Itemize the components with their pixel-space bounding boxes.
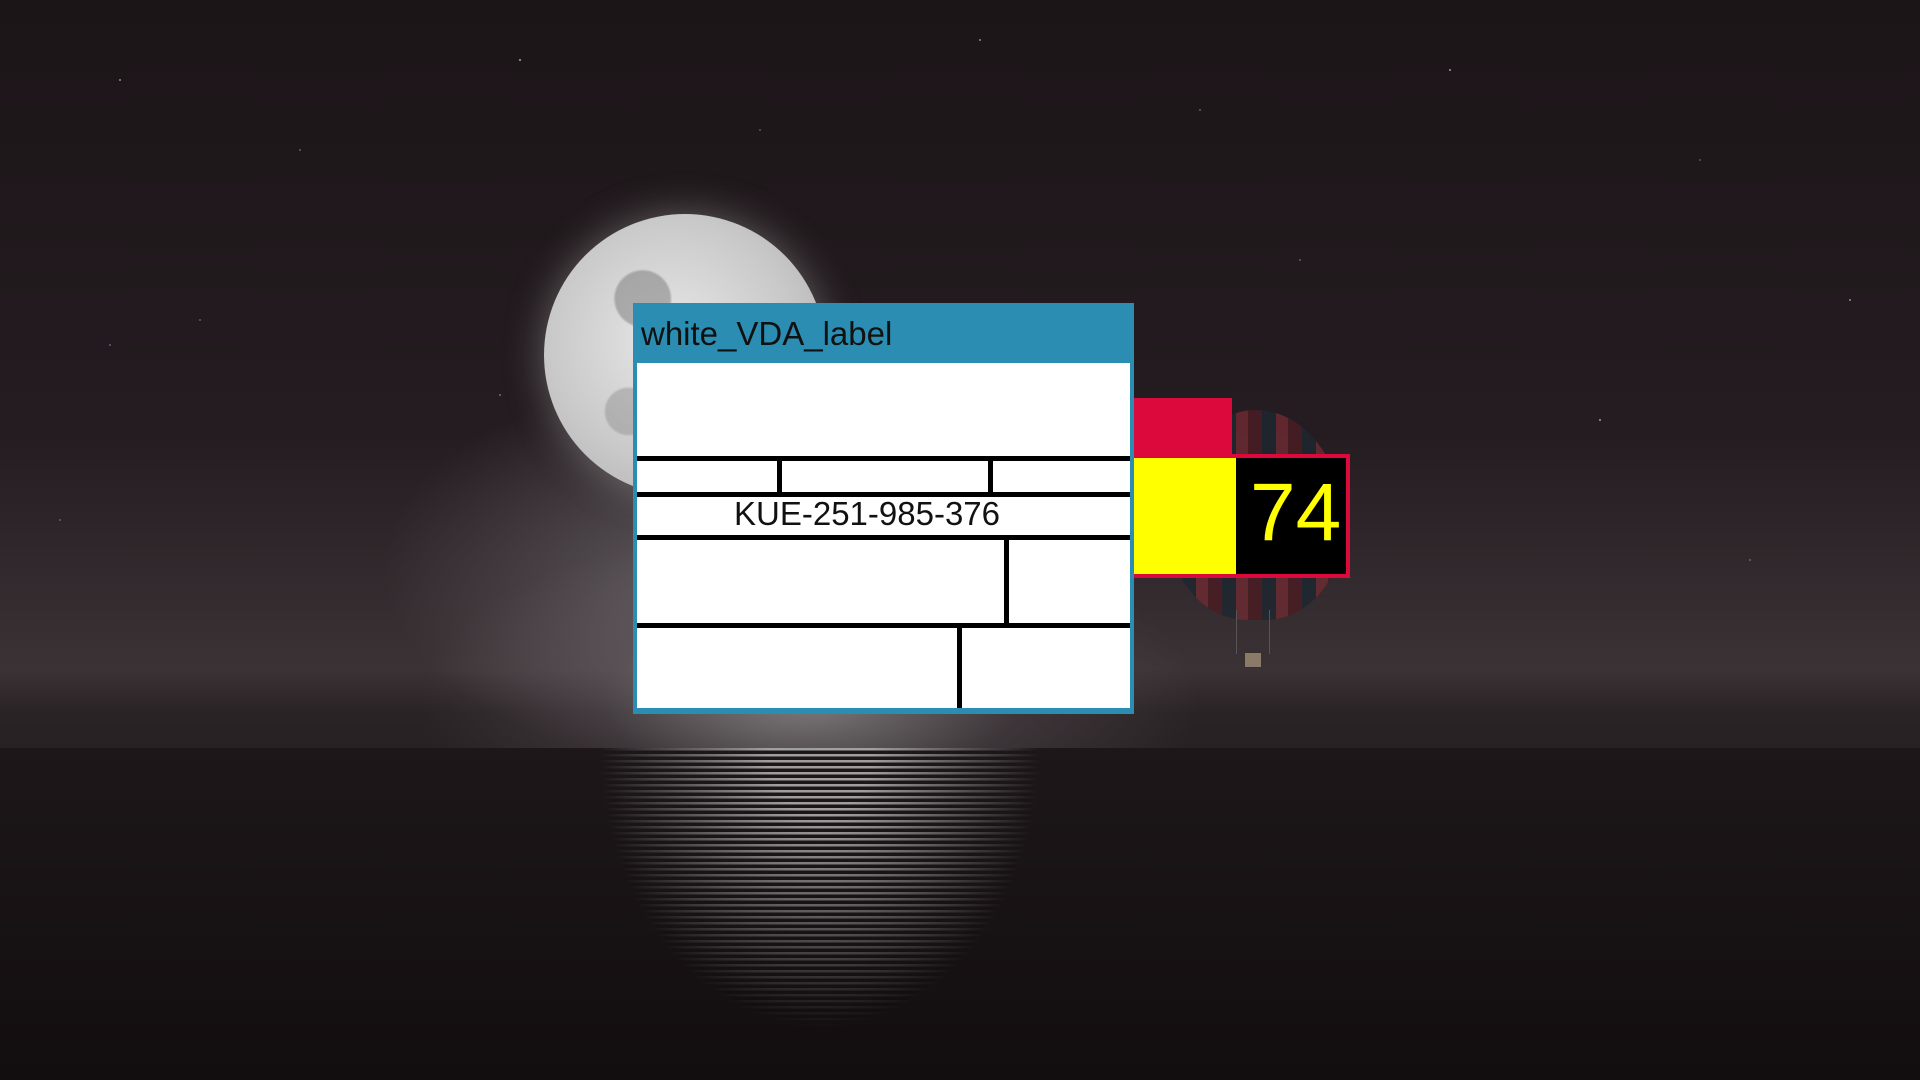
score-widget-body[interactable]: s 74 [1108,454,1350,578]
window-titlebar[interactable]: white_VDA_label [633,303,1134,363]
label-grid-line [777,456,782,492]
score-widget-tab[interactable] [1130,398,1232,456]
label-form: KUE-251-985-376 [637,363,1130,708]
label-grid-line [988,456,993,492]
label-grid-line [957,623,962,708]
label-grid-line [637,535,1130,540]
score-widget-yellow-panel: s [1108,458,1236,574]
label-grid-line [1004,535,1009,623]
desktop-background: s 74 white_VDA_label KUE-251-985-376 [0,0,1920,1080]
barcode-number: KUE-251-985-376 [734,495,1000,532]
moon-reflection [560,748,1080,1080]
label-grid-line [637,623,1130,628]
balloon-ropes [1236,610,1270,654]
score-value: 74 [1250,467,1342,558]
vda-label-window[interactable]: white_VDA_label KUE-251-985-376 [633,303,1134,714]
window-title: white_VDA_label [641,315,893,352]
balloon-basket [1244,652,1262,668]
label-grid-line [637,456,1130,461]
